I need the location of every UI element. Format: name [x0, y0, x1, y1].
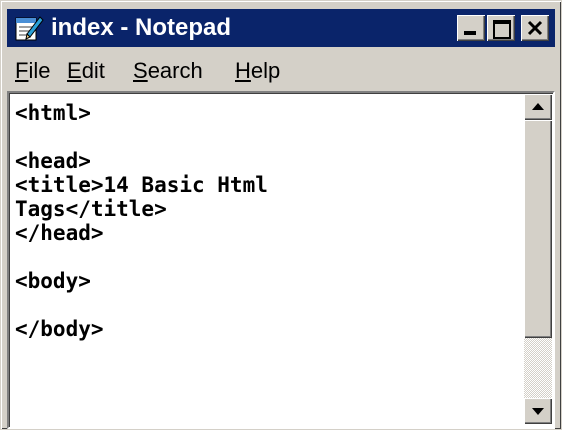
text-editor[interactable]: <html> <head> <title>14 Basic Html Tags<…: [7, 91, 555, 429]
scroll-up-button[interactable]: [524, 94, 552, 120]
maximize-button[interactable]: [487, 15, 515, 41]
scroll-down-button[interactable]: [524, 398, 552, 424]
maximize-icon: [493, 20, 511, 39]
window-title: index - Notepad: [51, 14, 232, 41]
menu-search[interactable]: Search: [133, 59, 203, 83]
code-line: Tags</title>: [15, 197, 167, 221]
code-line: </body>: [15, 317, 104, 341]
close-icon: [527, 20, 543, 36]
notepad-window: index - Notepad File Edit Search Help <h…: [0, 0, 562, 430]
editor-text-area[interactable]: <html> <head> <title>14 Basic Html Tags<…: [15, 101, 515, 421]
notepad-icon[interactable]: [13, 13, 45, 43]
scroll-track[interactable]: [524, 338, 552, 398]
minimize-icon: [464, 31, 476, 35]
code-line: <title>14 Basic Html: [15, 173, 268, 197]
menu-edit[interactable]: Edit: [67, 59, 105, 83]
title-bar[interactable]: index - Notepad: [7, 9, 555, 47]
code-line: <head>: [15, 149, 91, 173]
menu-file[interactable]: File: [15, 59, 50, 83]
menu-help[interactable]: Help: [235, 59, 280, 83]
vertical-scrollbar[interactable]: [524, 94, 552, 424]
minimize-button[interactable]: [457, 15, 485, 41]
scroll-thumb[interactable]: [524, 120, 552, 338]
code-line: <body>: [15, 269, 91, 293]
menu-bar: File Edit Search Help: [7, 53, 555, 87]
arrow-up-icon: [532, 103, 544, 110]
code-line: </head>: [15, 221, 104, 245]
close-button[interactable]: [521, 15, 549, 41]
code-line: <html>: [15, 101, 91, 125]
arrow-down-icon: [532, 408, 544, 415]
